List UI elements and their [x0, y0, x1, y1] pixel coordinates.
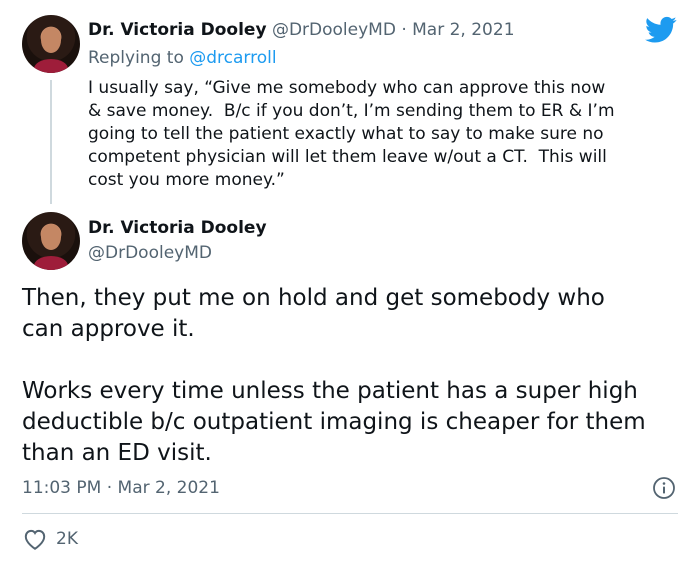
- actions-divider: [22, 513, 678, 514]
- avatar-shirt: [34, 59, 68, 73]
- avatar-shirt: [34, 256, 68, 270]
- reply-header: Dr. Victoria Dooley @DrDooleyMD · Mar 2,…: [88, 19, 515, 41]
- twitter-bird-icon[interactable]: [645, 16, 677, 44]
- replying-to-handle-link[interactable]: @drcarroll: [189, 48, 276, 68]
- reply-author-handle[interactable]: @DrDooleyMD: [272, 20, 396, 40]
- info-icon[interactable]: [652, 476, 676, 500]
- reply-date[interactable]: Mar 2, 2021: [412, 20, 514, 40]
- avatar-face: [41, 27, 61, 53]
- tweet-timestamp[interactable]: 11:03 PM · Mar 2, 2021: [22, 477, 220, 499]
- main-author-name[interactable]: Dr. Victoria Dooley: [88, 217, 267, 239]
- like-count: 2K: [56, 529, 78, 549]
- replying-to-line: Replying to @drcarroll: [88, 47, 277, 69]
- heart-icon[interactable]: [22, 527, 48, 551]
- thread-connector-line: [50, 80, 52, 204]
- main-author-avatar[interactable]: [22, 212, 80, 270]
- main-tweet-text: Then, they put me on hold and get somebo…: [22, 285, 646, 466]
- header-separator: ·: [395, 20, 413, 40]
- reply-author-name[interactable]: Dr. Victoria Dooley: [88, 20, 267, 40]
- avatar-face: [41, 224, 61, 250]
- reply-tweet-text: I usually say, “Give me somebody who can…: [88, 78, 615, 190]
- main-author-handle[interactable]: @DrDooleyMD: [88, 242, 212, 264]
- replying-to-prefix: Replying to: [88, 48, 190, 68]
- reply-author-avatar[interactable]: [22, 15, 80, 73]
- like-action[interactable]: 2K: [22, 527, 78, 551]
